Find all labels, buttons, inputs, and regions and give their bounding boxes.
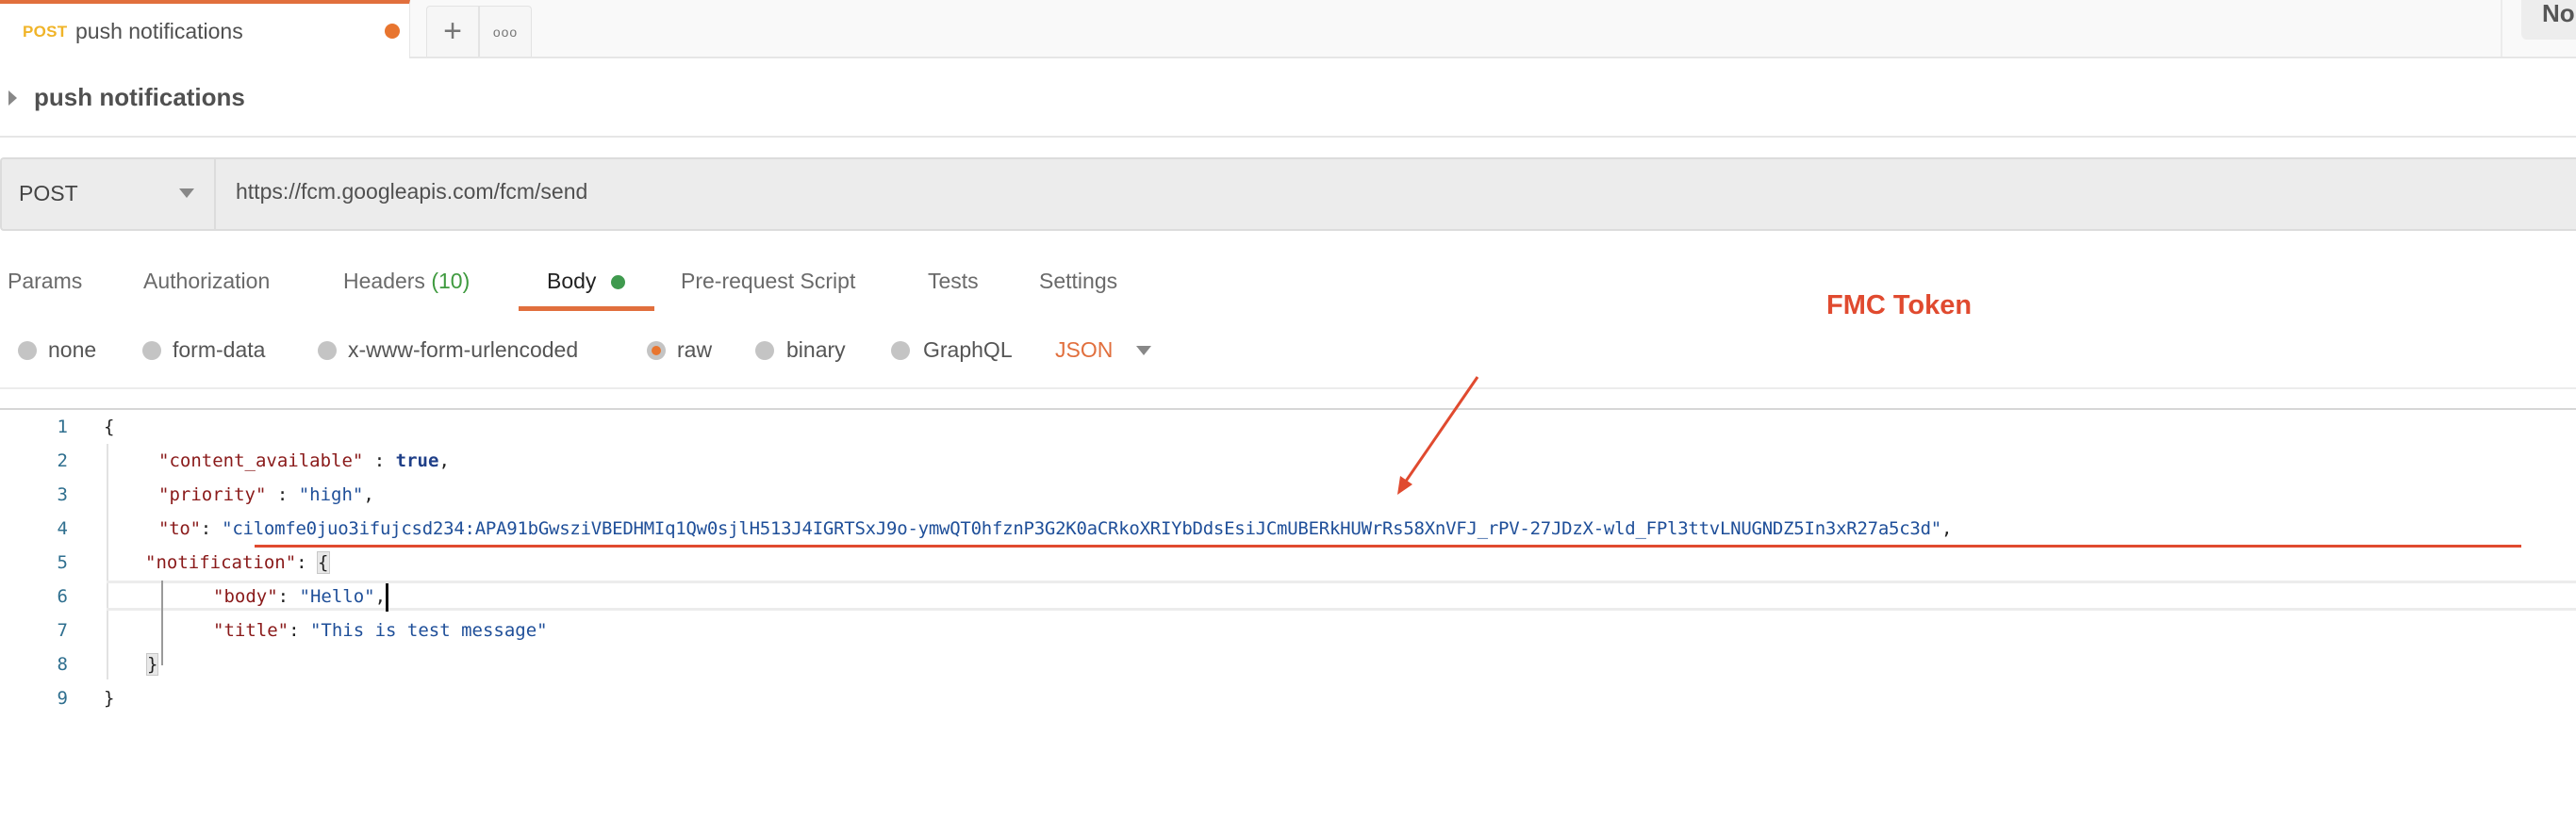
code-token: "body" (213, 586, 278, 607)
code-token: : (363, 450, 396, 471)
code-token: "high" (298, 484, 364, 505)
code-line-5[interactable]: "notification": { (145, 546, 330, 580)
divider (2501, 0, 2502, 57)
code-token: } (104, 688, 115, 709)
tab-title[interactable]: push notifications (75, 19, 243, 44)
code-token: : (289, 620, 310, 641)
annotation-underline (255, 545, 2521, 548)
radio-graphql[interactable] (891, 341, 910, 360)
radio-label-binary[interactable]: binary (786, 337, 846, 363)
text-cursor (386, 582, 389, 612)
url-input[interactable]: https://fcm.googleapis.com/fcm/send (236, 179, 587, 204)
code-line-7[interactable]: "title": "This is test message" (213, 614, 548, 647)
radio-label-x-www-form-urlencoded[interactable]: x-www-form-urlencoded (348, 337, 578, 363)
code-line-1[interactable]: { (104, 410, 114, 444)
arrow-head-icon (1397, 476, 1412, 495)
tab-method-badge: POST (23, 23, 68, 41)
code-token: , (1940, 518, 1953, 539)
annotation-label: FMC Token (1826, 290, 1973, 320)
code-token: : (296, 552, 319, 573)
radio-label-raw[interactable]: raw (677, 337, 712, 363)
request-name-title[interactable]: push notifications (34, 83, 245, 112)
code-token: true (395, 450, 439, 471)
code-token: : (266, 484, 299, 505)
code-line-8[interactable]: } (145, 647, 159, 681)
line-number: 9 (57, 688, 68, 709)
divider (0, 408, 2576, 410)
active-line-highlight (107, 581, 2576, 611)
code-token: "content_available" (158, 450, 364, 471)
radio-form-data[interactable] (142, 341, 161, 360)
annotation-arrow-shaft (1403, 376, 1479, 483)
new-tab-button[interactable]: + (426, 6, 479, 57)
code-token: "to" (158, 518, 201, 539)
radio-none[interactable] (18, 341, 37, 360)
tab-options-button[interactable]: ooo (479, 6, 532, 57)
radio-raw[interactable] (647, 341, 666, 360)
tab-pre-request-script[interactable]: Pre-request Script (681, 269, 855, 294)
tab-authorization[interactable]: Authorization (143, 269, 270, 294)
line-number: 1 (57, 417, 68, 437)
code-token: "This is test message" (309, 620, 548, 641)
tab-headers[interactable]: Headers (10) (343, 269, 470, 294)
radio-label-graphql[interactable]: GraphQL (923, 337, 1013, 363)
code-token: { (104, 417, 115, 437)
tab-headers-label: Headers (343, 269, 425, 293)
body-indicator-dot-icon (611, 275, 625, 289)
code-line-6[interactable]: "body": "Hello", (213, 580, 389, 614)
code-line-9[interactable]: } (104, 681, 114, 715)
headers-count-badge: (10) (431, 269, 471, 293)
fcm-token-value: "cilomfe0juo3ifujcsd234:APA91bGwsziVBEDH… (222, 518, 1941, 539)
divider (0, 136, 2576, 138)
environment-selector-button[interactable]: No (2521, 0, 2576, 40)
radio-binary[interactable] (755, 341, 774, 360)
code-line-3[interactable]: "priority" : "high", (158, 478, 374, 512)
code-token: , (374, 586, 387, 607)
line-number: 8 (57, 654, 68, 675)
code-token: "priority" (158, 484, 267, 505)
chevron-down-icon[interactable] (1136, 346, 1151, 355)
code-token: "Hello" (299, 586, 375, 607)
radio-label-form-data[interactable]: form-data (173, 337, 265, 363)
raw-language-select[interactable]: JSON (1055, 337, 1113, 363)
more-horizontal-icon: ooo (492, 24, 519, 40)
line-number: 7 (57, 620, 68, 641)
radio-label-none[interactable]: none (48, 337, 96, 363)
code-token: : (200, 518, 223, 539)
tab-tests[interactable]: Tests (928, 269, 979, 294)
code-line-4[interactable]: "to": "cilomfe0juo3ifujcsd234:APA91bGwsz… (158, 512, 1952, 546)
indent-guide (161, 581, 163, 665)
plus-icon: + (443, 13, 462, 49)
code-token: "notification" (145, 552, 297, 573)
line-number: 2 (57, 450, 68, 471)
matching-bracket-highlight: } (145, 653, 159, 676)
matching-bracket-highlight: { (317, 551, 330, 574)
http-method-value[interactable]: POST (19, 181, 78, 206)
line-number: 4 (57, 518, 68, 539)
tab-params[interactable]: Params (8, 269, 82, 294)
indent-guide (107, 444, 108, 679)
tab-body[interactable]: Body (547, 269, 596, 294)
line-number: 5 (57, 552, 68, 573)
unsaved-changes-dot-icon (385, 24, 400, 39)
code-token: "title" (213, 620, 289, 641)
chevron-down-icon[interactable] (179, 188, 194, 198)
active-tab-indicator (519, 306, 654, 311)
code-line-2[interactable]: "content_available" : true, (158, 444, 450, 478)
radio-x-www-form-urlencoded[interactable] (318, 341, 337, 360)
code-token: , (438, 450, 450, 471)
divider (0, 387, 2576, 389)
expand-caret-icon[interactable] (8, 90, 17, 106)
line-number: 6 (57, 586, 68, 607)
code-token: : (277, 586, 300, 607)
tab-settings[interactable]: Settings (1039, 269, 1117, 294)
line-number: 3 (57, 484, 68, 505)
code-token: , (363, 484, 374, 505)
